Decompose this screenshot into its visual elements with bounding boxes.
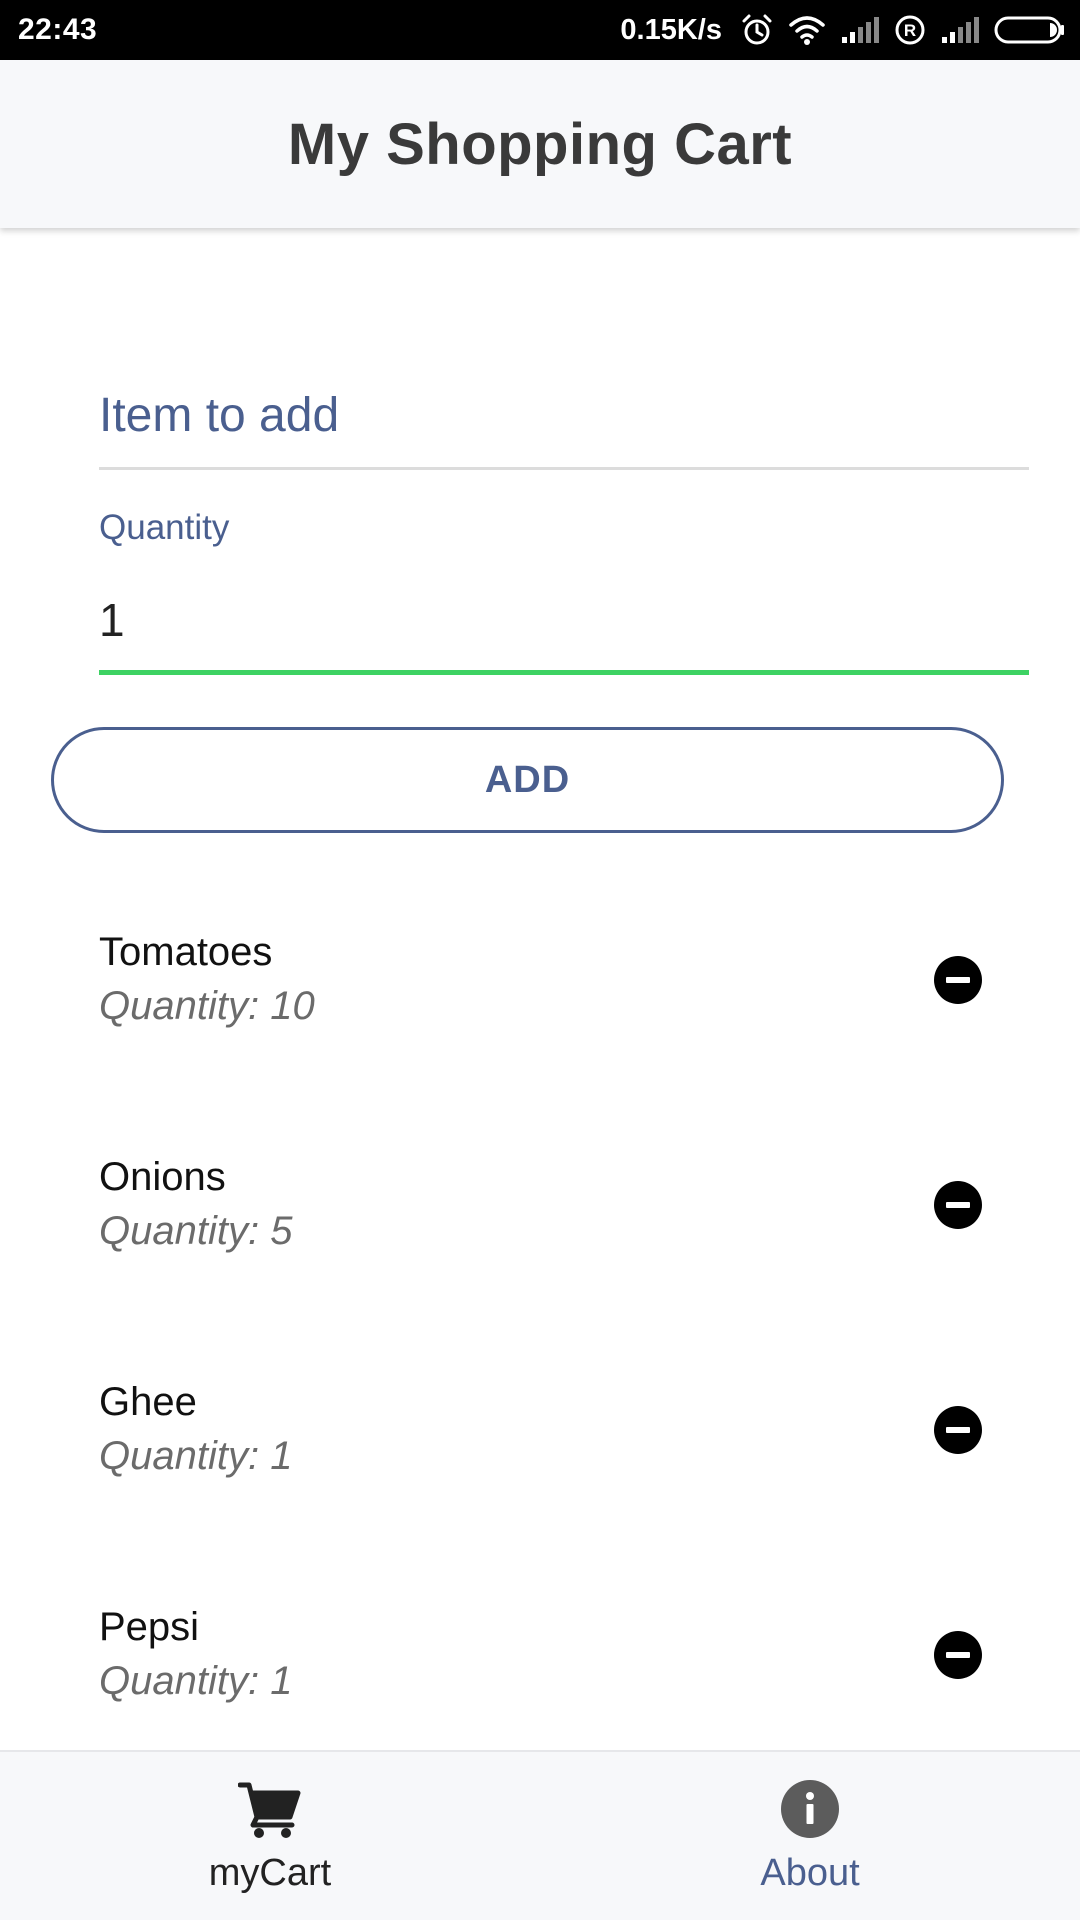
item-quantity: Quantity: 10 — [99, 984, 315, 1028]
item-field — [99, 370, 1029, 470]
tab-about[interactable]: About — [540, 1752, 1080, 1920]
item-name: Onions — [99, 1155, 226, 1199]
app-header: My Shopping Cart — [0, 60, 1080, 228]
item-name: Pepsi — [99, 1605, 200, 1649]
cart-icon — [237, 1776, 303, 1842]
wifi-icon — [788, 14, 826, 46]
item-quantity: Quantity: 1 — [99, 1659, 293, 1703]
page-title: My Shopping Cart — [287, 111, 793, 177]
list-item: Ghee Quantity: 1 — [0, 1350, 1080, 1575]
list-item: Tomatoes Quantity: 10 — [0, 900, 1080, 1125]
list-item: Onions Quantity: 5 — [0, 1125, 1080, 1350]
item-input[interactable] — [99, 370, 1029, 460]
minus-circle-icon[interactable] — [934, 1406, 982, 1454]
signal-icon — [840, 15, 880, 45]
quantity-field — [99, 580, 1029, 675]
roaming-icon: R — [894, 14, 926, 46]
minus-circle-icon[interactable] — [934, 1631, 982, 1679]
status-icons: 0.15K/s R — [620, 13, 1066, 47]
tab-label: About — [760, 1852, 860, 1894]
item-name: Tomatoes — [99, 930, 273, 974]
add-button[interactable]: ADD — [51, 727, 1004, 833]
minus-circle-icon[interactable] — [934, 956, 982, 1004]
app-screen: 22:43 0.15K/s R My Shopping Cart Item to… — [0, 0, 1080, 1920]
network-speed: 0.15K/s — [620, 13, 722, 46]
item-quantity: Quantity: 5 — [99, 1209, 293, 1253]
status-time: 22:43 — [18, 13, 98, 46]
signal-icon — [940, 15, 980, 45]
item-quantity: Quantity: 1 — [99, 1434, 293, 1478]
info-icon — [777, 1776, 843, 1842]
status-bar: 22:43 0.15K/s R — [0, 0, 1080, 60]
cart-list: Tomatoes Quantity: 10 Onions Quantity: 5… — [0, 900, 1080, 1800]
battery-icon — [994, 15, 1066, 45]
quantity-input[interactable] — [99, 580, 1029, 660]
minus-circle-icon[interactable] — [934, 1181, 982, 1229]
alarm-icon — [740, 13, 774, 47]
item-name: Ghee — [99, 1380, 197, 1424]
bottom-nav: myCart About — [0, 1750, 1080, 1920]
quantity-label: Quantity — [99, 508, 230, 547]
tab-label: myCart — [208, 1852, 332, 1894]
tab-mycart[interactable]: myCart — [0, 1752, 540, 1920]
svg-text:R: R — [904, 21, 916, 40]
